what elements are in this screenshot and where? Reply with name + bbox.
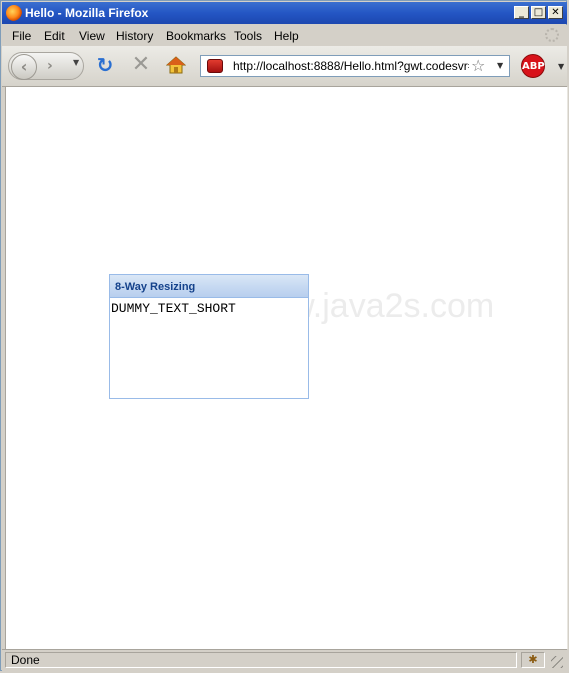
bookmark-star-icon[interactable]: ☆ (471, 56, 485, 75)
site-favicon-icon (207, 59, 223, 73)
menu-view[interactable]: View (79, 29, 105, 43)
stop-button[interactable]: ✕ (130, 54, 152, 76)
throbber-icon (545, 28, 559, 42)
firebug-icon[interactable]: ✱ (521, 652, 545, 668)
resizable-window[interactable]: 8-Way Resizing DUMMY_TEXT_SHORT (109, 274, 309, 399)
menu-bar: File Edit View History Bookmarks Tools H… (2, 25, 567, 46)
menu-tools[interactable]: Tools (234, 29, 262, 43)
history-dropdown-icon[interactable]: ▼ (73, 58, 79, 67)
back-arrow-icon: ‹ (20, 57, 28, 76)
menu-edit[interactable]: Edit (44, 29, 65, 43)
resize-grip[interactable] (551, 656, 563, 668)
close-button[interactable]: ✕ (548, 6, 563, 19)
resizable-window-title: 8-Way Resizing (115, 281, 196, 293)
home-icon (165, 56, 187, 74)
minimize-button[interactable]: _ (514, 6, 529, 19)
menu-file[interactable]: File (12, 29, 31, 43)
maximize-button[interactable]: □ (531, 6, 546, 19)
url-dropdown-icon[interactable]: ▼ (497, 61, 503, 70)
back-button[interactable]: ‹ (11, 54, 37, 80)
stop-icon: ✕ (131, 52, 151, 77)
url-input[interactable]: http://localhost:8888/Hello.html?gwt.cod… (233, 59, 469, 73)
reload-icon: ↻ (96, 53, 114, 77)
status-text: Done (5, 652, 517, 668)
title-bar[interactable]: Hello - Mozilla Firefox _ □ ✕ (2, 2, 567, 24)
back-forward-group: ‹ › ▼ (8, 52, 84, 80)
navigation-toolbar: ‹ › ▼ ↻ ✕ http://localhost:8888/Hello.ht… (2, 46, 567, 87)
reload-button[interactable]: ↻ (94, 54, 116, 76)
resizable-window-body: DUMMY_TEXT_SHORT (111, 301, 236, 316)
firefox-logo-icon (6, 5, 22, 21)
forward-button[interactable]: › (47, 58, 53, 74)
menu-help[interactable]: Help (274, 29, 299, 43)
menu-bookmarks[interactable]: Bookmarks (166, 29, 226, 43)
browser-window: Hello - Mozilla Firefox _ □ ✕ File Edit … (0, 0, 568, 672)
address-bar[interactable]: http://localhost:8888/Hello.html?gwt.cod… (200, 55, 510, 77)
menu-history[interactable]: History (116, 29, 153, 43)
page-content: www.java2s.com 8-Way Resizing DUMMY_TEXT… (5, 87, 568, 649)
forward-arrow-icon: › (47, 58, 53, 74)
home-button[interactable] (165, 55, 187, 75)
adblock-plus-button[interactable]: ABP (521, 54, 545, 78)
resizable-window-header[interactable]: 8-Way Resizing (110, 275, 308, 298)
status-bar: Done ✱ (2, 649, 567, 672)
adblock-dropdown-icon[interactable]: ▼ (558, 62, 564, 71)
window-title: Hello - Mozilla Firefox (25, 6, 149, 20)
